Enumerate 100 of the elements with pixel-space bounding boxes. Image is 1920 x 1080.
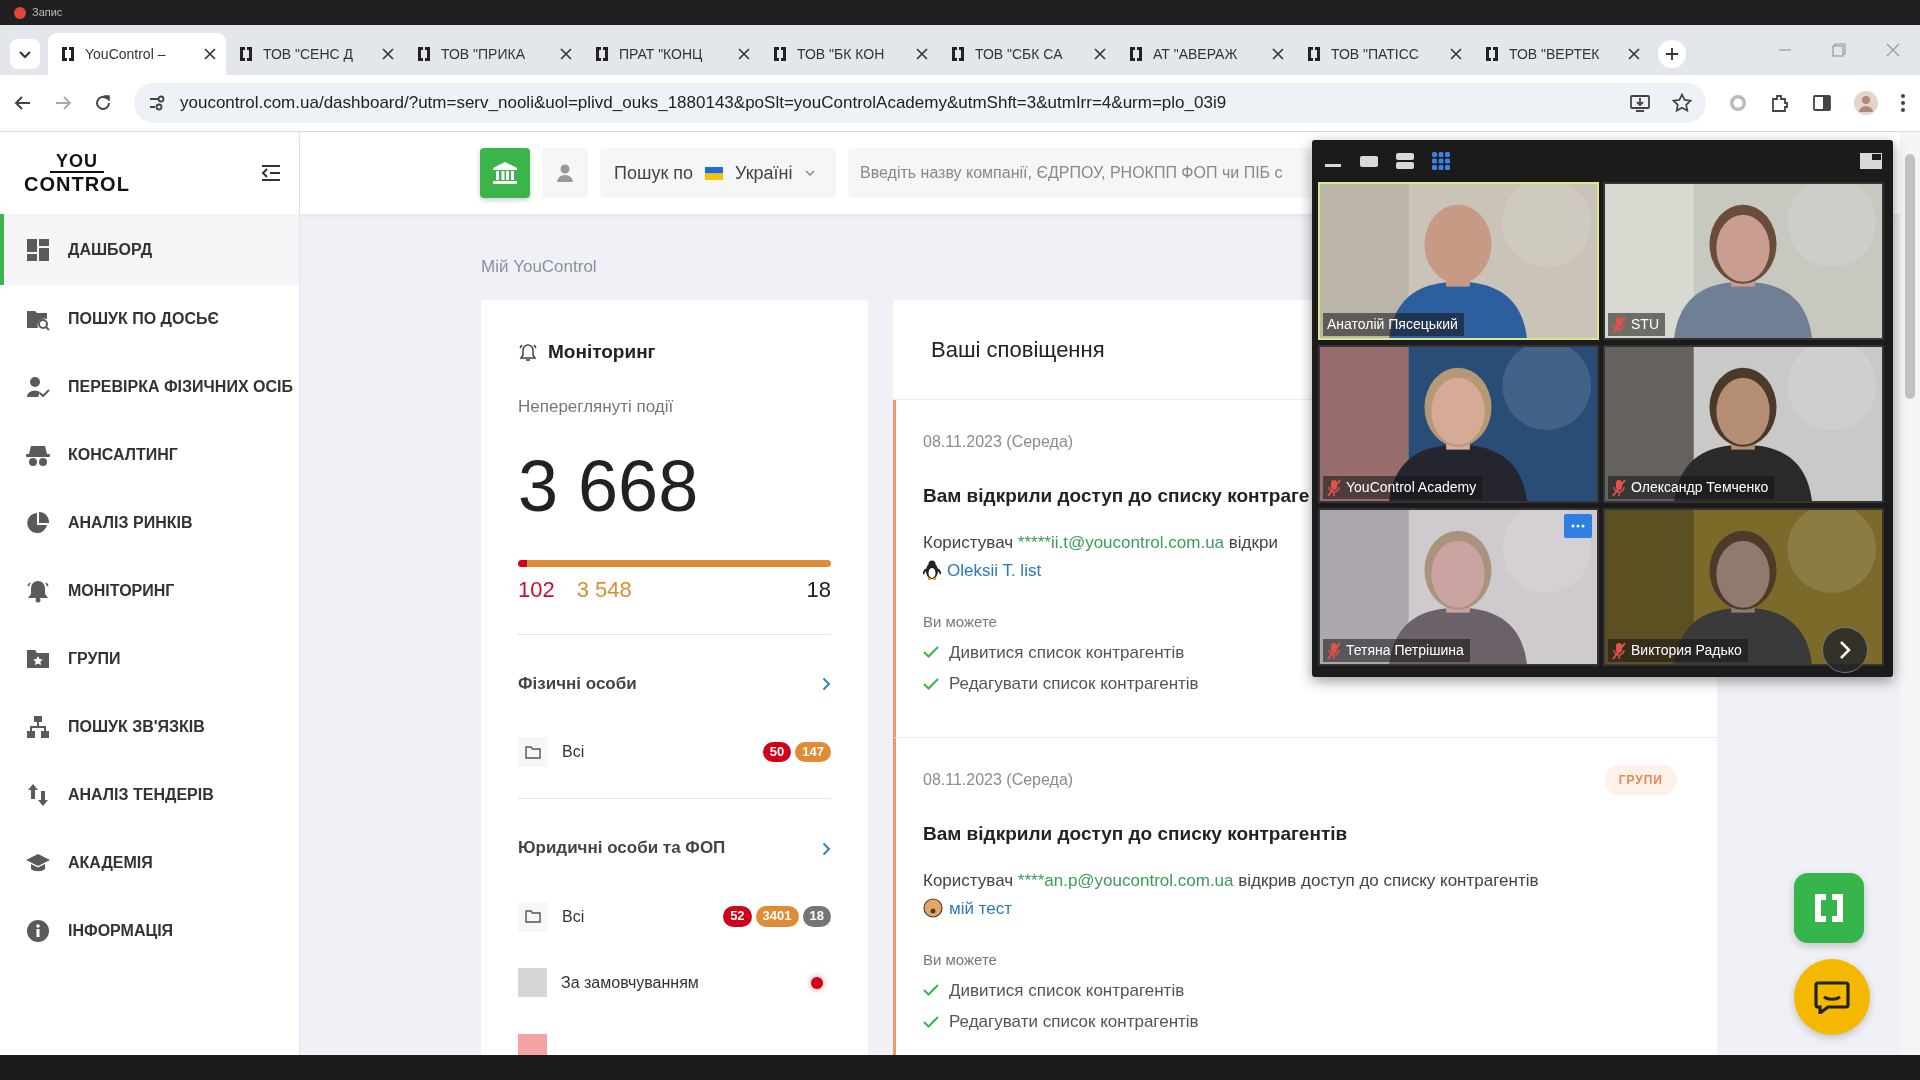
permissions-label: Ви можете bbox=[923, 950, 998, 970]
check-icon bbox=[923, 677, 939, 690]
close-icon[interactable] bbox=[1628, 48, 1640, 60]
browser-tab[interactable]: YouControl – bbox=[48, 33, 226, 75]
person-icon bbox=[557, 164, 573, 182]
list-link[interactable]: мій тест bbox=[949, 895, 1013, 921]
side-panel-icon[interactable] bbox=[1812, 93, 1832, 113]
sidebar-item[interactable]: ПОШУК ПО ДОСЬЄ bbox=[0, 285, 299, 353]
group-label[interactable]: Всі bbox=[562, 740, 585, 764]
sidebar-item[interactable]: АНАЛІЗ РИНКІВ bbox=[0, 489, 299, 557]
site-icon bbox=[1306, 46, 1322, 62]
video-tile[interactable]: Тетяна Петрішина bbox=[1318, 508, 1599, 666]
close-icon[interactable] bbox=[382, 48, 394, 60]
close-icon[interactable] bbox=[560, 48, 572, 60]
collapse-menu-icon[interactable] bbox=[261, 164, 281, 182]
permission-text: Дивитися список контрагентів bbox=[949, 641, 1185, 664]
sidebar-item[interactable]: ПЕРЕВІРКА ФІЗИЧНИХ ОСІБ bbox=[0, 353, 299, 421]
up-down-arrows-icon bbox=[26, 783, 50, 807]
sidebar-item[interactable]: ПОШУК ЗВ'ЯЗКІВ bbox=[0, 693, 299, 761]
site-icon bbox=[594, 46, 610, 62]
person-search-button[interactable] bbox=[542, 148, 588, 198]
company-search-button[interactable] bbox=[480, 148, 530, 198]
search-field[interactable]: Введіть назву компанії, ЄДРПОУ, РНОКПП ФОП чи ПІБ с bbox=[848, 148, 1310, 198]
video-tile[interactable]: Олександр Темченко bbox=[1603, 345, 1884, 503]
browser-tab[interactable]: ТОВ "СБК СА bbox=[938, 33, 1116, 75]
sidebar-item[interactable]: АНАЛІЗ ТЕНДЕРІВ bbox=[0, 761, 299, 829]
scrollbar[interactable] bbox=[1900, 132, 1920, 1055]
sidebar-item[interactable]: ІНФОРМАЦІЯ bbox=[0, 897, 299, 965]
pie-chart-icon bbox=[26, 511, 50, 535]
browser-tab[interactable]: ТОВ "ПРИКА bbox=[404, 33, 582, 75]
category-tag: ГРУПИ bbox=[1604, 764, 1677, 795]
app-button[interactable] bbox=[1794, 873, 1864, 943]
site-icon bbox=[238, 46, 254, 62]
folder-star-icon bbox=[26, 647, 50, 671]
section-title: Юридичні особи та ФОП bbox=[518, 837, 726, 859]
reload-icon[interactable] bbox=[94, 94, 112, 112]
install-icon[interactable] bbox=[1630, 93, 1650, 113]
tab-title: ТОВ "ПАТІСС bbox=[1331, 44, 1420, 64]
picture-in-picture-icon[interactable] bbox=[1859, 152, 1883, 170]
permission-text: Дивитися список контрагентів bbox=[949, 979, 1185, 1002]
participant-name: YouControl Academy bbox=[1346, 478, 1477, 497]
bell-icon bbox=[518, 341, 538, 362]
close-icon[interactable] bbox=[1272, 48, 1284, 60]
browser-tab[interactable]: ТОВ "БК КОН bbox=[760, 33, 938, 75]
participant-name: Олександр Темченко bbox=[1631, 478, 1769, 497]
close-icon[interactable] bbox=[1450, 48, 1462, 60]
permission-text: Редагувати список контрагентів bbox=[949, 1011, 1199, 1033]
site-settings-icon[interactable] bbox=[148, 94, 166, 112]
browser-tab[interactable]: АТ "АВЕРАЖ bbox=[1116, 33, 1294, 75]
group-label[interactable]: За замовчуванням bbox=[561, 970, 699, 995]
browser-tab[interactable]: ТОВ "СЕНС Д bbox=[226, 33, 404, 75]
browser-tab[interactable]: ТОВ "ВЕРТЕК bbox=[1472, 33, 1650, 75]
stacked-view-icon[interactable] bbox=[1394, 151, 1416, 171]
check-icon bbox=[923, 984, 939, 997]
count-badge: 3401 bbox=[755, 906, 799, 927]
new-tab-button[interactable] bbox=[1658, 40, 1686, 68]
tab-title: АТ "АВЕРАЖ bbox=[1153, 44, 1239, 64]
sidebar-item[interactable]: ГРУПИ bbox=[0, 625, 299, 693]
close-icon[interactable] bbox=[204, 48, 216, 60]
participant-name: Виктория Радько bbox=[1631, 641, 1742, 660]
count-badge: 50 bbox=[762, 741, 792, 763]
list-link[interactable]: Oleksii T. list bbox=[947, 557, 1042, 583]
close-icon[interactable] bbox=[916, 48, 928, 60]
address-bar[interactable]: youcontrol.com.ua/dashboard/?utm=serv_nooli&uol=plivd_ouks_1880143&poSlt=youControlAcademy&utmShft=3&utmIrr=4&urm=plo_03i9 bbox=[134, 83, 1706, 123]
count-badge: 147 bbox=[795, 741, 831, 763]
notification-title: Вам відкрили доступ до списку контраге bbox=[923, 483, 1310, 508]
video-tile[interactable]: Анатолій Пясецький bbox=[1318, 182, 1599, 340]
event-count: 3 548 bbox=[576, 575, 632, 604]
video-tile[interactable]: YouControl Academy bbox=[1318, 345, 1599, 503]
chat-button[interactable] bbox=[1794, 959, 1870, 1035]
bank-icon bbox=[492, 161, 518, 185]
video-tile[interactable]: Виктория Радько bbox=[1603, 508, 1884, 666]
profile-avatar[interactable] bbox=[1854, 91, 1878, 115]
puzzle-icon[interactable] bbox=[1770, 93, 1790, 113]
back-icon[interactable] bbox=[14, 94, 32, 112]
browser-tab[interactable]: ПРАТ "КОНЦ bbox=[582, 33, 760, 75]
sidebar-item[interactable]: АКАДЕМІЯ bbox=[0, 829, 299, 897]
folder-icon bbox=[525, 745, 541, 759]
menu-icon[interactable] bbox=[1900, 93, 1906, 113]
email-link[interactable]: ****an.p@youcontrol.com.ua bbox=[1017, 871, 1234, 890]
star-icon[interactable] bbox=[1672, 93, 1692, 113]
notification-text: Користувач ****an.p@youcontrol.com.ua відкрив доступ до списку контрагентів bbox=[923, 870, 1540, 892]
tab-list-button[interactable] bbox=[10, 39, 40, 69]
group-label[interactable]: Всі bbox=[562, 904, 585, 929]
close-icon[interactable] bbox=[738, 48, 750, 60]
video-tile[interactable]: STU bbox=[1603, 182, 1884, 340]
subtitle: Непереглянуті події bbox=[518, 396, 675, 418]
notification-title: Вам відкрили доступ до списку контрагентів bbox=[923, 821, 1348, 846]
close-icon[interactable] bbox=[1094, 48, 1106, 60]
sidebar-item[interactable]: МОНІТОРИНГ bbox=[0, 557, 299, 625]
grid-view-icon[interactable] bbox=[1430, 151, 1452, 171]
sidebar-item[interactable]: КОНСАЛТИНГ bbox=[0, 421, 299, 489]
hierarchy-icon bbox=[26, 715, 50, 739]
browser-tab[interactable]: ТОВ "ПАТІСС bbox=[1294, 33, 1472, 75]
chat-icon bbox=[1814, 980, 1850, 1014]
site-icon bbox=[772, 46, 788, 62]
sidebar-item[interactable]: ДАШБОРД bbox=[0, 214, 299, 285]
country-dropdown[interactable]: Пошук по Україні bbox=[600, 148, 836, 198]
notification-date: 08.11.2023 (Середа) bbox=[923, 769, 1074, 790]
email-link[interactable]: *****ii.t@youcontrol.com.ua bbox=[1017, 533, 1225, 552]
